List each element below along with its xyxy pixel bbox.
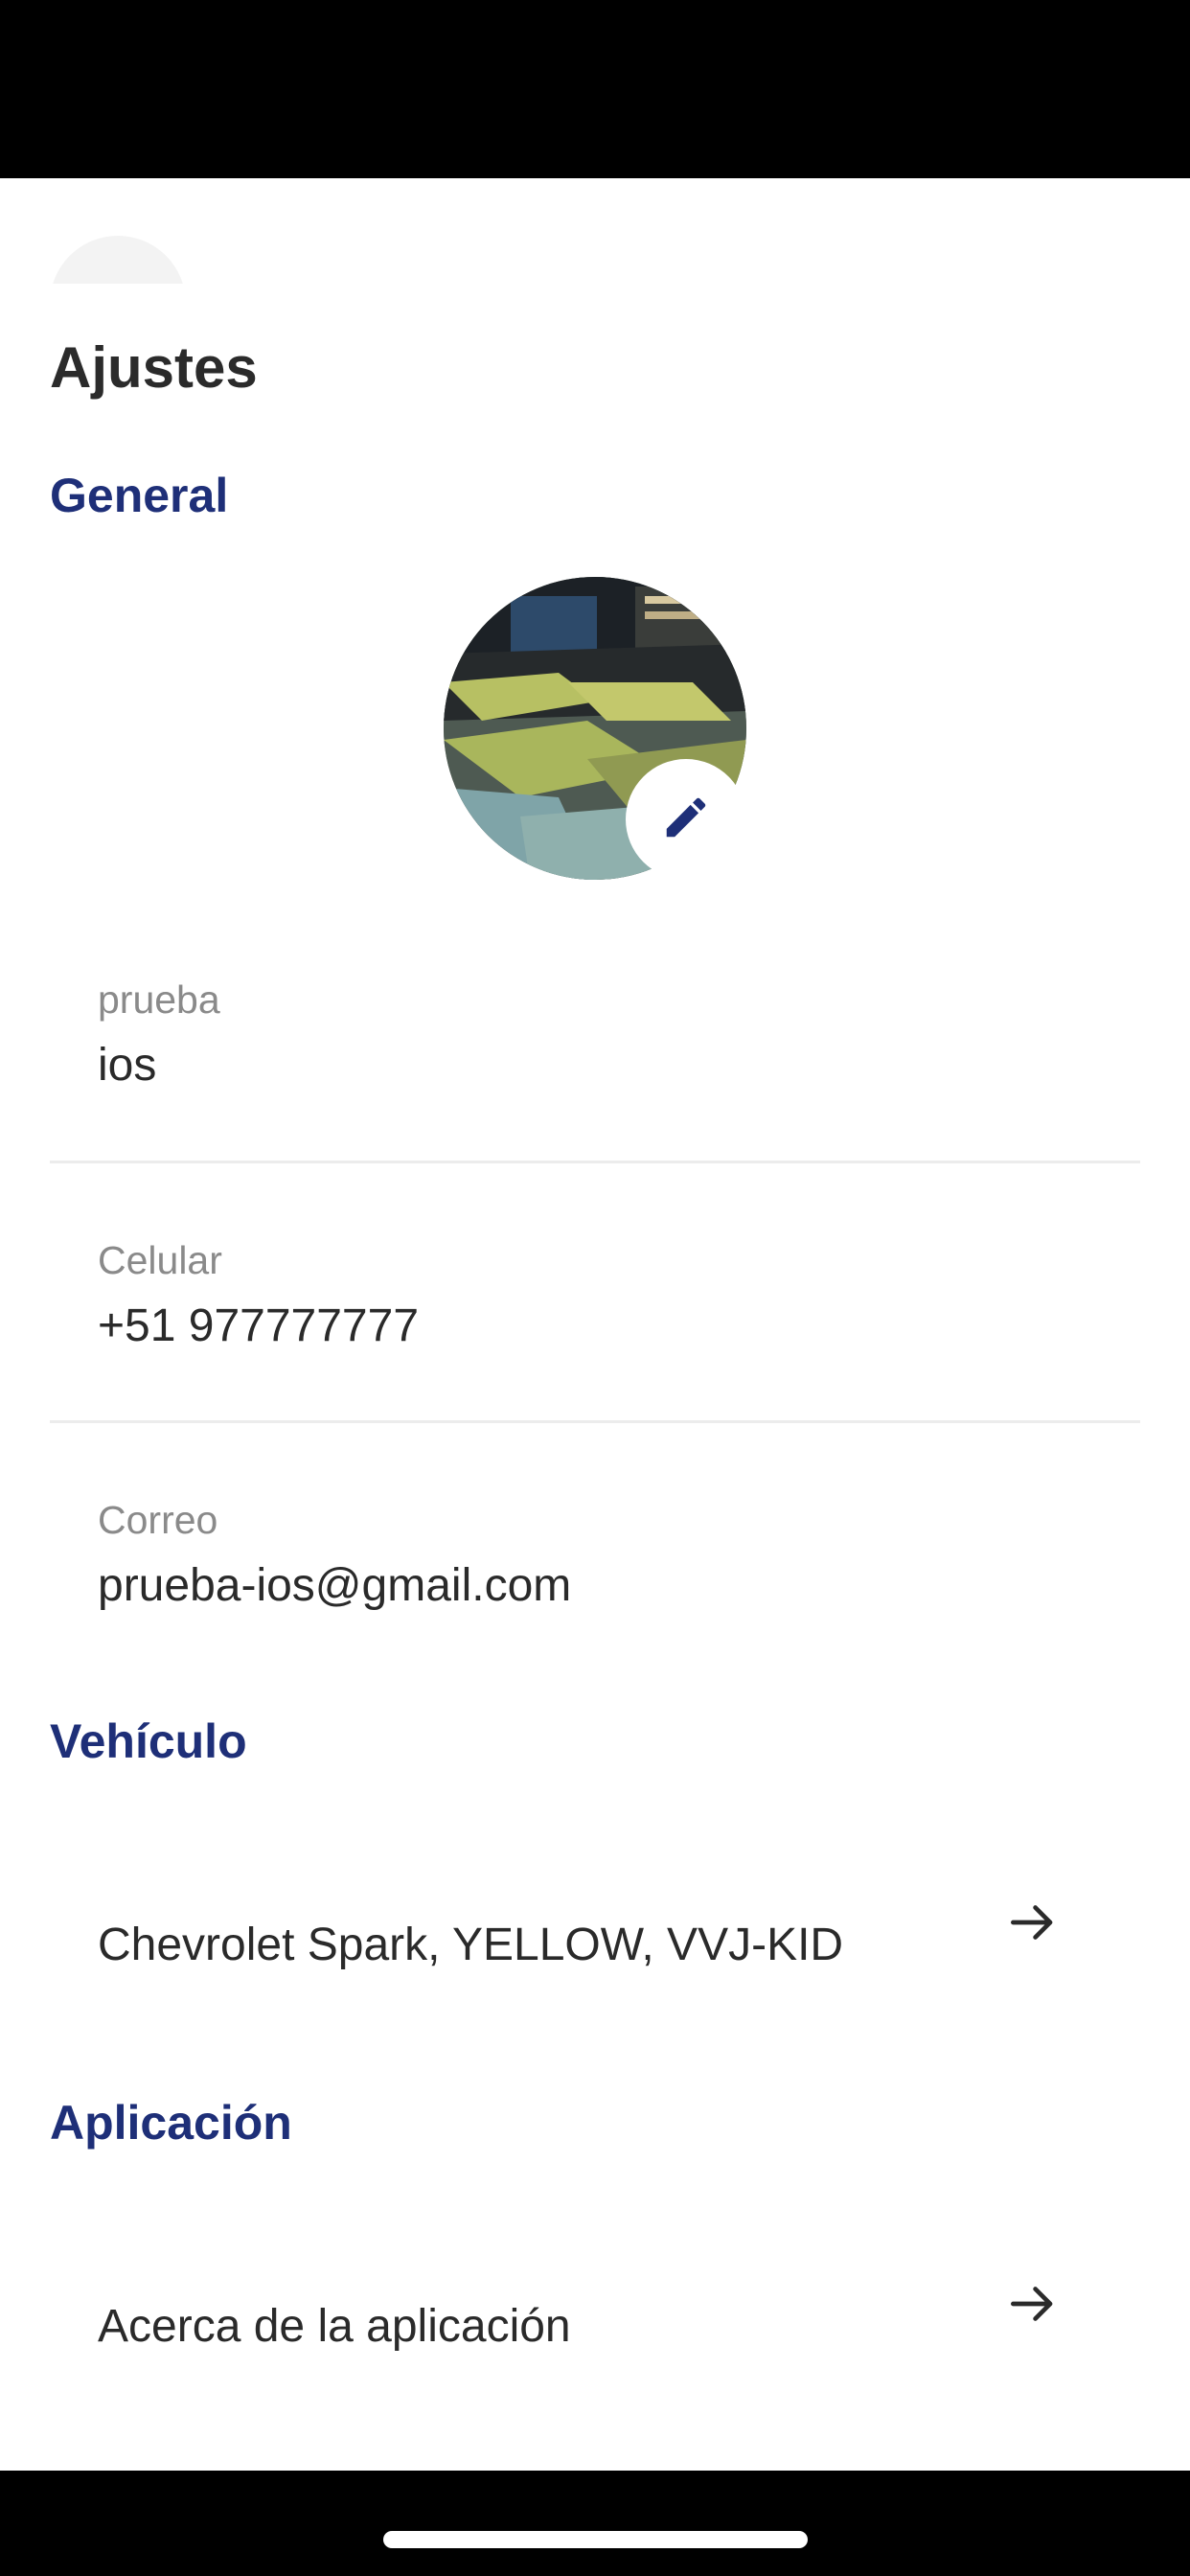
name-value: ios <box>98 1040 157 1091</box>
edit-photo-button[interactable] <box>626 759 746 880</box>
pencil-icon <box>660 792 712 848</box>
phone-value: +51 977777777 <box>98 1300 420 1351</box>
about-app-row[interactable]: Acerca de la aplicación <box>50 2274 1140 2399</box>
divider <box>50 1420 1140 1423</box>
back-button-area <box>0 178 287 284</box>
bottom-bar <box>0 2471 1190 2576</box>
divider <box>50 1161 1140 1163</box>
vehicle-description: Chevrolet Spark, YELLOW, VVJ-KID <box>98 1920 844 1970</box>
back-button[interactable] <box>50 236 186 284</box>
arrow-right-icon <box>1003 2274 1063 2338</box>
name-label: prueba <box>98 978 220 1022</box>
section-title-general: General <box>50 469 229 522</box>
about-app-label: Acerca de la aplicación <box>98 2301 571 2352</box>
status-bar <box>0 0 1190 178</box>
email-label: Correo <box>98 1498 218 1542</box>
home-indicator[interactable] <box>383 2531 808 2548</box>
settings-screen: Ajustes General prueba ios Celular +51 9… <box>0 0 1190 2576</box>
page-title: Ajustes <box>50 335 258 400</box>
email-value: prueba-ios@gmail.com <box>98 1560 572 1611</box>
profile-avatar[interactable] <box>444 577 746 880</box>
phone-label: Celular <box>98 1238 222 1282</box>
chevron-left-icon <box>103 273 132 285</box>
section-title-vehicle: Vehículo <box>50 1714 247 1768</box>
section-title-application: Aplicación <box>50 2096 292 2150</box>
arrow-right-icon <box>1003 1893 1063 1957</box>
vehicle-row[interactable]: Chevrolet Spark, YELLOW, VVJ-KID <box>50 1893 1140 2017</box>
